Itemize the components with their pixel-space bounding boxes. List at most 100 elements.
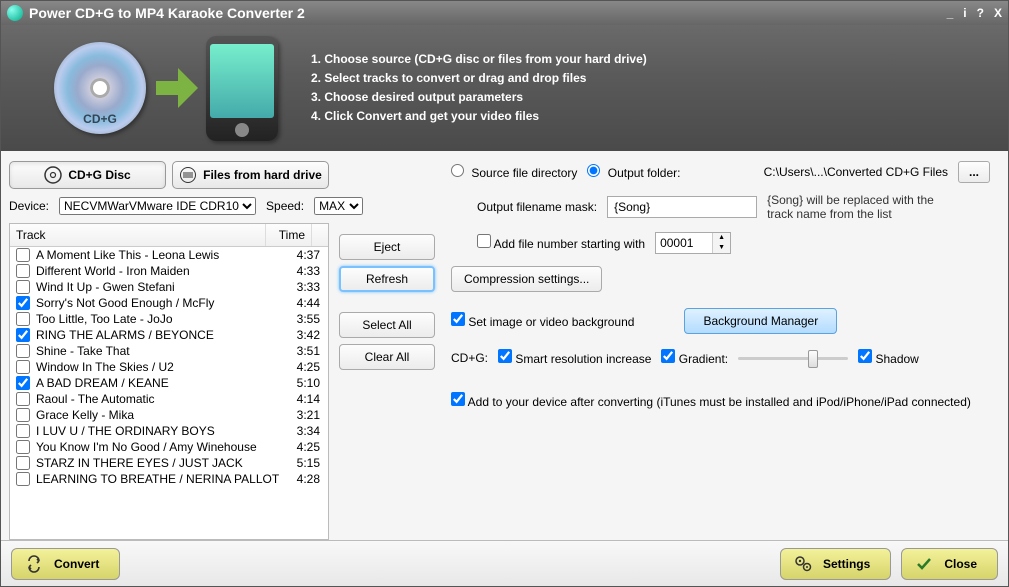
smart-resolution-checkbox[interactable]: Smart resolution increase bbox=[498, 349, 651, 366]
table-row[interactable]: You Know I'm No Good / Amy Winehouse4:25 bbox=[10, 439, 328, 455]
body-area: CD+G Disc Files from hard drive Device: … bbox=[1, 151, 1008, 540]
check-icon bbox=[914, 554, 934, 574]
track-time: 3:51 bbox=[282, 344, 322, 358]
track-time: 3:21 bbox=[282, 408, 322, 422]
shadow-checkbox[interactable]: Shadow bbox=[858, 349, 919, 366]
header-band: CD+G 1. Choose source (CD+G disc or file… bbox=[1, 25, 1008, 151]
spinner-up[interactable]: ▲ bbox=[713, 233, 730, 243]
action-buttons-column: Eject Refresh Select All Clear All bbox=[339, 161, 435, 540]
track-time: 4:28 bbox=[282, 472, 322, 486]
add-to-device-checkbox[interactable]: Add to your device after converting (iTu… bbox=[451, 392, 971, 409]
close-window-button[interactable]: X bbox=[994, 6, 1002, 20]
table-row[interactable]: Different World - Iron Maiden4:33 bbox=[10, 263, 328, 279]
source-dir-radio[interactable]: Source file directory bbox=[451, 164, 577, 180]
table-row[interactable]: Too Little, Too Late - JoJo3:55 bbox=[10, 311, 328, 327]
track-checkbox[interactable] bbox=[16, 296, 30, 310]
file-number-spinner[interactable]: ▲▼ bbox=[655, 232, 731, 254]
device-label: Device: bbox=[9, 199, 49, 213]
output-folder-radio[interactable]: Output folder: bbox=[587, 164, 680, 180]
table-row[interactable]: LEARNING TO BREATHE / NERINA PALLOT4:28 bbox=[10, 471, 328, 487]
minimize-button[interactable]: _ bbox=[947, 6, 954, 20]
track-time: 4:25 bbox=[282, 360, 322, 374]
track-checkbox[interactable] bbox=[16, 360, 30, 374]
table-row[interactable]: Window In The Skies / U24:25 bbox=[10, 359, 328, 375]
track-name: Sorry's Not Good Enough / McFly bbox=[36, 296, 282, 310]
track-time: 4:37 bbox=[282, 248, 322, 262]
left-column: CD+G Disc Files from hard drive Device: … bbox=[9, 161, 329, 540]
track-name: A Moment Like This - Leona Lewis bbox=[36, 248, 282, 262]
filename-mask-input[interactable] bbox=[607, 196, 757, 218]
hero-graphic: CD+G bbox=[21, 31, 311, 146]
track-checkbox[interactable] bbox=[16, 264, 30, 278]
select-all-button[interactable]: Select All bbox=[339, 312, 435, 338]
refresh-button[interactable]: Refresh bbox=[339, 266, 435, 292]
table-row[interactable]: Grace Kelly - Mika3:21 bbox=[10, 407, 328, 423]
phone-icon bbox=[206, 36, 278, 141]
track-checkbox[interactable] bbox=[16, 456, 30, 470]
settings-button[interactable]: Settings bbox=[780, 548, 891, 580]
track-checkbox[interactable] bbox=[16, 312, 30, 326]
track-name: Too Little, Too Late - JoJo bbox=[36, 312, 282, 326]
track-table[interactable]: Track Time A Moment Like This - Leona Le… bbox=[9, 223, 329, 540]
table-row[interactable]: I LUV U / THE ORDINARY BOYS3:34 bbox=[10, 423, 328, 439]
filename-mask-label: Output filename mask: bbox=[477, 200, 597, 214]
track-time: 4:33 bbox=[282, 264, 322, 278]
track-name: Shine - Take That bbox=[36, 344, 282, 358]
col-track[interactable]: Track bbox=[10, 224, 266, 246]
track-name: RING THE ALARMS / BEYONCE bbox=[36, 328, 282, 342]
browse-output-button[interactable]: ... bbox=[958, 161, 990, 183]
table-row[interactable]: Sorry's Not Good Enough / McFly4:44 bbox=[10, 295, 328, 311]
track-name: Grace Kelly - Mika bbox=[36, 408, 282, 422]
add-file-number-checkbox[interactable]: Add file number starting with bbox=[477, 234, 645, 251]
track-name: Wind It Up - Gwen Stefani bbox=[36, 280, 282, 294]
table-row[interactable]: Shine - Take That3:51 bbox=[10, 343, 328, 359]
background-manager-button[interactable]: Background Manager bbox=[684, 308, 837, 334]
track-name: You Know I'm No Good / Amy Winehouse bbox=[36, 440, 282, 454]
table-row[interactable]: A BAD DREAM / KEANE5:10 bbox=[10, 375, 328, 391]
track-time: 5:10 bbox=[282, 376, 322, 390]
close-button[interactable]: Close bbox=[901, 548, 998, 580]
titlebar: Power CD+G to MP4 Karaoke Converter 2 _ … bbox=[1, 1, 1008, 25]
steps-text: 1. Choose source (CD+G disc or files fro… bbox=[311, 50, 647, 127]
table-header: Track Time bbox=[10, 224, 328, 247]
track-checkbox[interactable] bbox=[16, 248, 30, 262]
track-checkbox[interactable] bbox=[16, 440, 30, 454]
track-checkbox[interactable] bbox=[16, 408, 30, 422]
track-checkbox[interactable] bbox=[16, 376, 30, 390]
convert-icon bbox=[24, 554, 44, 574]
app-window: Power CD+G to MP4 Karaoke Converter 2 _ … bbox=[0, 0, 1009, 587]
output-path: C:\Users\...\Converted CD+G Files bbox=[764, 165, 948, 179]
track-name: LEARNING TO BREATHE / NERINA PALLOT bbox=[36, 472, 282, 486]
track-checkbox[interactable] bbox=[16, 424, 30, 438]
footer: Convert Settings Close bbox=[1, 540, 1008, 586]
table-row[interactable]: A Moment Like This - Leona Lewis4:37 bbox=[10, 247, 328, 263]
track-name: I LUV U / THE ORDINARY BOYS bbox=[36, 424, 282, 438]
mask-hint: {Song} will be replaced with the track n… bbox=[767, 193, 957, 222]
track-checkbox[interactable] bbox=[16, 344, 30, 358]
table-row[interactable]: RING THE ALARMS / BEYONCE3:42 bbox=[10, 327, 328, 343]
help-button[interactable]: ? bbox=[977, 6, 984, 20]
track-checkbox[interactable] bbox=[16, 472, 30, 486]
set-background-checkbox[interactable]: Set image or video background bbox=[451, 312, 634, 329]
track-checkbox[interactable] bbox=[16, 280, 30, 294]
track-time: 3:55 bbox=[282, 312, 322, 326]
track-checkbox[interactable] bbox=[16, 392, 30, 406]
gradient-slider[interactable] bbox=[738, 348, 848, 368]
col-time[interactable]: Time bbox=[266, 224, 312, 246]
convert-button[interactable]: Convert bbox=[11, 548, 120, 580]
gradient-checkbox[interactable]: Gradient: bbox=[661, 349, 728, 366]
table-row[interactable]: Wind It Up - Gwen Stefani3:33 bbox=[10, 279, 328, 295]
clear-all-button[interactable]: Clear All bbox=[339, 344, 435, 370]
spinner-down[interactable]: ▼ bbox=[713, 243, 730, 253]
table-row[interactable]: STARZ IN THERE EYES / JUST JACK5:15 bbox=[10, 455, 328, 471]
files-from-drive-button[interactable]: Files from hard drive bbox=[172, 161, 329, 189]
eject-button[interactable]: Eject bbox=[339, 234, 435, 260]
info-button[interactable]: i bbox=[963, 6, 966, 20]
compression-settings-button[interactable]: Compression settings... bbox=[451, 266, 602, 292]
table-row[interactable]: Raoul - The Automatic4:14 bbox=[10, 391, 328, 407]
cdg-disc-button[interactable]: CD+G Disc bbox=[9, 161, 166, 189]
device-select[interactable]: NECVMWarVMware IDE CDR10 bbox=[59, 197, 256, 215]
track-name: Window In The Skies / U2 bbox=[36, 360, 282, 374]
track-name: STARZ IN THERE EYES / JUST JACK bbox=[36, 456, 282, 470]
track-checkbox[interactable] bbox=[16, 328, 30, 342]
